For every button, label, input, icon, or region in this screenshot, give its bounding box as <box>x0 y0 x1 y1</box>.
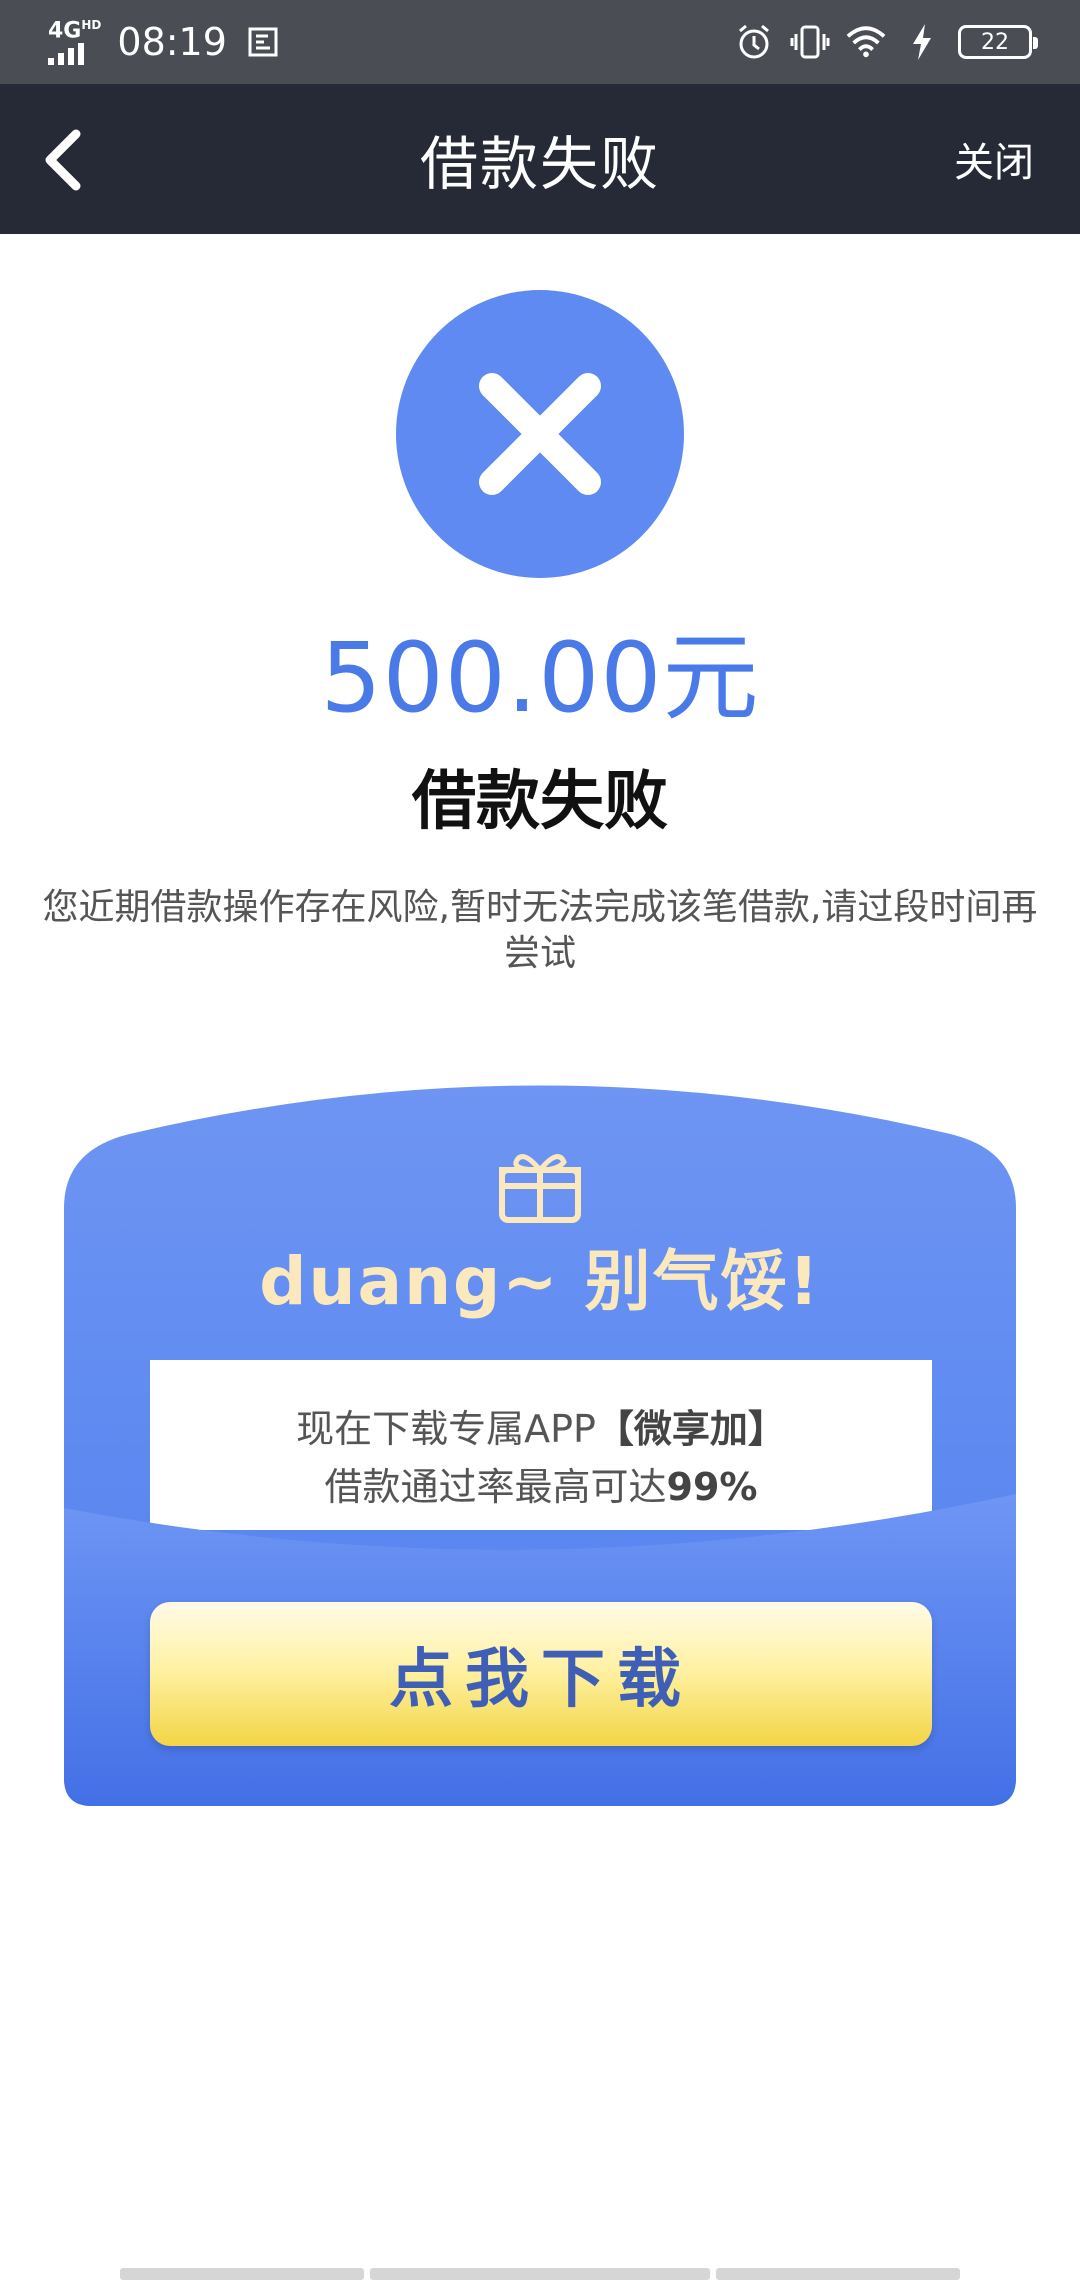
close-icon <box>479 373 601 495</box>
status-bar: 4GHD 08:19 22 <box>0 0 1080 84</box>
vibrate-icon <box>790 22 830 62</box>
signal-icon <box>48 42 84 65</box>
bottom-gesture-bar-right <box>716 2268 960 2280</box>
status-bar-left: 4GHD 08:19 <box>48 18 283 65</box>
fail-status-circle <box>396 290 684 578</box>
battery-level: 22 <box>981 29 1009 55</box>
page-title: 借款失败 <box>419 130 660 198</box>
wifi-icon <box>846 22 886 62</box>
promo-card: duang~ 别气馁! 现在下载专属APP【微享加】 借款通过率最高可达99% … <box>64 1078 1016 1806</box>
loan-amount: 500.00元 <box>320 622 760 734</box>
charging-icon <box>902 22 942 62</box>
battery-icon: 22 <box>958 25 1038 59</box>
status-bar-right: 22 <box>734 22 1038 62</box>
alarm-icon <box>734 22 774 62</box>
network-hd: HD <box>81 18 102 33</box>
nav-bar: 借款失败 关闭 <box>0 84 1080 234</box>
network-type: 4G <box>48 18 82 44</box>
close-button[interactable]: 关闭 <box>954 84 1034 234</box>
screenshot-icon <box>243 22 283 62</box>
bottom-gesture-bar-center <box>370 2268 710 2280</box>
status-time: 08:19 <box>117 19 227 64</box>
result-status-title: 借款失败 <box>412 765 668 839</box>
fail-message: 您近期借款操作存在风险,暂时无法完成该笔借款,请过段时间再尝试 <box>42 887 1038 974</box>
network-indicator: 4GHD <box>48 18 102 65</box>
download-button[interactable]: 点我下载 <box>150 1602 932 1746</box>
bottom-gesture-bar-left <box>120 2268 364 2280</box>
